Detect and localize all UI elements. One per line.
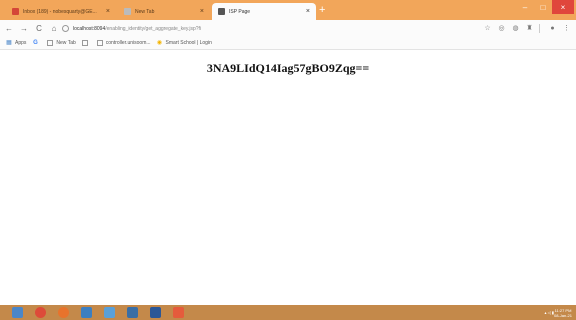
maximize-button[interactable]: □ [534, 0, 552, 14]
close-icon[interactable]: × [306, 8, 310, 15]
bookmark-apps[interactable]: ▦ Apps [6, 40, 26, 46]
bookmark-controller[interactable]: controller.unisoom... [96, 40, 151, 46]
system-tray: ▴ ◁ ▮ 11:27 PM 08-Jan-21 [539, 305, 572, 320]
page-content: 3NA9LIdQ14Iag57gBO9Zqg== [0, 50, 576, 305]
minimize-button[interactable]: – [516, 0, 534, 14]
menu-icon[interactable]: ⋮ [561, 23, 572, 34]
tab-isp-page[interactable]: ISP Page × [212, 3, 316, 20]
bookmarks-bar: ▦ Apps G New Tab controller.unisoom... ◉… [0, 37, 576, 50]
tab-strip: Inbox (189) - nobesquarty@GE... × New Ta… [0, 0, 576, 20]
page-icon [124, 8, 131, 15]
tab-label: Inbox (189) - nobesquarty@GE... [23, 8, 97, 15]
bookmark-new-tab[interactable]: New Tab [47, 40, 76, 46]
back-button[interactable]: ← [3, 23, 15, 35]
app-icon [173, 307, 184, 318]
file-explorer-icon [104, 307, 115, 318]
tab-label: New Tab [135, 8, 155, 15]
bookmark-star-icon[interactable]: ☆ [482, 23, 493, 34]
taskbar-app-chrome[interactable] [29, 305, 52, 320]
page-icon [47, 40, 54, 46]
bookmark-smart-school[interactable]: ◉ Smart School | Login [157, 40, 212, 46]
page-icon [218, 8, 225, 15]
chrome-icon [35, 307, 46, 318]
clock-date: 08-Jan-21 [553, 312, 572, 318]
info-icon[interactable] [62, 25, 69, 32]
page-icon [81, 40, 88, 46]
page-icon [96, 40, 103, 46]
tray-icons[interactable]: ▴ ◁ ▮ [544, 310, 554, 315]
clock-time: 11:27 PM [554, 307, 572, 313]
profile-icon[interactable]: ● [547, 23, 558, 34]
taskbar: ▴ ◁ ▮ 11:27 PM 08-Jan-21 [0, 305, 576, 320]
word-icon [150, 307, 161, 318]
taskbar-app-photos[interactable] [121, 305, 144, 320]
bookmark-label: Smart School | Login [165, 40, 212, 46]
home-button[interactable]: ⌂ [48, 23, 60, 35]
extension-icon[interactable]: ♜ [524, 23, 535, 34]
netbeans-icon [81, 307, 92, 318]
tab-label: ISP Page [229, 8, 251, 15]
bookmark-label: Apps [15, 40, 27, 46]
taskbar-app-explorer[interactable] [98, 305, 121, 320]
aggregate-key-text: 3NA9LIdQ14Iag57gBO9Zqg== [206, 61, 370, 75]
close-icon[interactable]: × [200, 8, 204, 15]
bookmark-label: New Tab [56, 40, 76, 46]
forward-button[interactable]: → [18, 23, 30, 35]
windows-icon [12, 307, 23, 318]
taskbar-app-word[interactable] [144, 305, 167, 320]
gmail-icon [12, 8, 19, 15]
new-tab-button[interactable]: + [319, 3, 325, 17]
photos-icon [127, 307, 138, 318]
smart-school-icon: ◉ [156, 40, 163, 46]
extension-icon[interactable]: ◎ [496, 23, 507, 34]
taskbar-app-firefox[interactable] [52, 305, 75, 320]
apps-icon: ▦ [6, 40, 12, 46]
bookmark-label: controller.unisoom... [105, 40, 151, 46]
reload-button[interactable]: C [33, 23, 45, 35]
google-icon: G [33, 40, 38, 46]
close-icon[interactable]: × [106, 8, 110, 15]
url-path: /enabling_identity/get_aggregate_key.jsp… [105, 25, 202, 32]
tab-new-tab[interactable]: New Tab × [118, 3, 210, 20]
window-close-button[interactable]: × [552, 0, 574, 14]
extension-icon[interactable]: ◍ [510, 23, 521, 34]
address-bar[interactable]: localhost:8094 /enabling_identity/get_ag… [62, 22, 462, 35]
divider [539, 24, 540, 33]
taskbar-app-other[interactable] [167, 305, 190, 320]
tab-inbox[interactable]: Inbox (189) - nobesquarty@GE... × [6, 3, 116, 20]
url-host: localhost:8094 [73, 25, 106, 32]
bookmark-google[interactable]: G [32, 40, 41, 46]
taskbar-app-netbeans[interactable] [75, 305, 98, 320]
toolbar: ← → C ⌂ localhost:8094 /enabling_identit… [0, 20, 576, 37]
clock[interactable]: 11:27 PM 08-Jan-21 [554, 308, 572, 318]
toolbar-actions: ☆ ◎ ◍ ♜ ● ⋮ [479, 22, 572, 35]
firefox-icon [58, 307, 69, 318]
start-button[interactable] [6, 305, 29, 320]
bookmark-blank[interactable] [81, 40, 91, 46]
